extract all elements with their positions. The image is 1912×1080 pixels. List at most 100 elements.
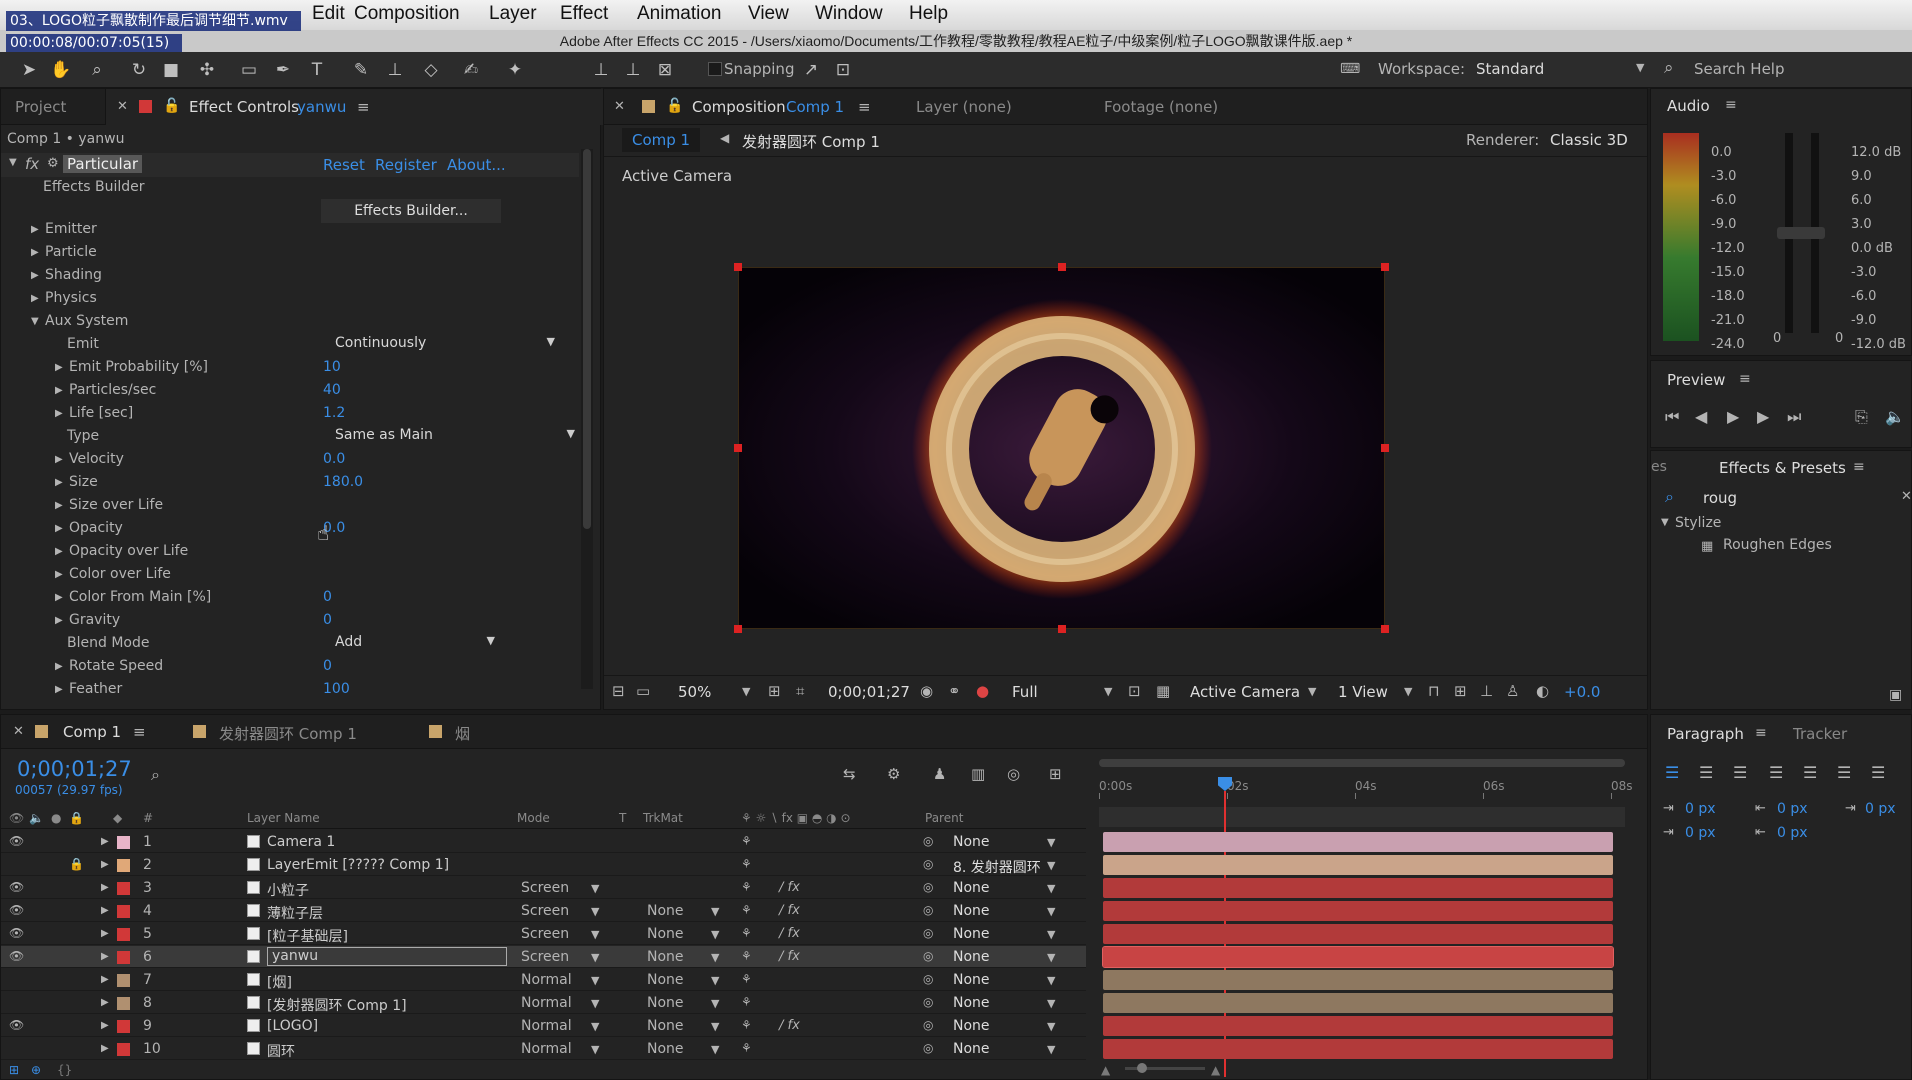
- zoom-in-icon[interactable]: ▲: [1211, 1063, 1220, 1077]
- shy-switch-icon[interactable]: ⚘: [741, 972, 752, 986]
- layer-trkmat[interactable]: None: [647, 926, 684, 942]
- property-group[interactable]: ▶ Shading: [1, 265, 600, 287]
- table-row[interactable]: 👁 ▶ 4 薄粒子层 Screen ▼ None ▼ ⚘ ∕ fx ◎ None ▼: [1, 900, 1086, 922]
- chevron-down-icon[interactable]: ▼: [1047, 1043, 1055, 1056]
- menu-window[interactable]: Window: [815, 3, 883, 25]
- parent-select[interactable]: None: [953, 949, 990, 965]
- triangle-down-icon[interactable]: ▼: [31, 316, 39, 327]
- category-stylize[interactable]: Stylize: [1675, 515, 1721, 531]
- pan-behind-tool-icon[interactable]: ✣: [196, 59, 218, 81]
- resolution-icon[interactable]: ⊞: [768, 682, 781, 700]
- last-frame-icon[interactable]: ⏭: [1787, 407, 1801, 427]
- layer-trkmat[interactable]: None: [647, 949, 684, 965]
- search-icon[interactable]: ⌕: [151, 765, 160, 785]
- world-axis-icon[interactable]: ⊥: [622, 59, 644, 81]
- effects-search-input[interactable]: roug: [1703, 489, 1737, 507]
- work-area-bar[interactable]: [1099, 759, 1625, 767]
- label-color-swatch[interactable]: [117, 905, 130, 918]
- justify-right-icon[interactable]: ☰: [1837, 763, 1851, 782]
- view-axis-icon[interactable]: ⊠: [654, 59, 676, 81]
- chevron-down-icon[interactable]: ▼: [711, 951, 719, 964]
- triangle-right-icon[interactable]: ▶: [55, 385, 63, 396]
- rectangle-tool-icon[interactable]: ▭: [238, 59, 260, 81]
- first-line-indent-value[interactable]: 0 px: [1685, 825, 1716, 841]
- expand-switches-icon[interactable]: ⊞: [9, 1063, 19, 1077]
- menu-animation[interactable]: Animation: [637, 3, 722, 25]
- layer-duration-bar[interactable]: [1103, 924, 1613, 944]
- triangle-right-icon[interactable]: ▶: [101, 974, 109, 985]
- previous-frame-icon[interactable]: ◀: [1695, 407, 1707, 426]
- label-color-swatch[interactable]: [117, 951, 130, 964]
- justify-all-icon[interactable]: ☰: [1871, 763, 1885, 782]
- layer-duration-bar[interactable]: [1103, 993, 1613, 1013]
- speaker-icon[interactable]: 🔈: [1885, 407, 1905, 426]
- layer-name[interactable]: 小粒子: [267, 880, 309, 900]
- table-row[interactable]: 🔒 ▶ 2 LayerEmit [????? Comp 1] ⚘ ◎ 8. 发射器圆环 ▼: [1, 854, 1086, 876]
- shy-switch-icon[interactable]: ⚘: [741, 1018, 752, 1032]
- table-row[interactable]: ▶ 10 圆环 Normal ▼ None ▼ ⚘ ◎ None ▼: [1, 1038, 1086, 1060]
- triangle-right-icon[interactable]: ▶: [55, 546, 63, 557]
- visibility-eye-icon[interactable]: 👁: [9, 949, 24, 963]
- chevron-down-icon[interactable]: ▼: [1047, 974, 1055, 987]
- property-dropdown[interactable]: Continuously ▼: [335, 335, 555, 351]
- property-group[interactable]: ▼ Aux System: [1, 311, 600, 333]
- align-center-icon[interactable]: ☰: [1699, 763, 1713, 782]
- tab-paragraph[interactable]: Paragraph: [1667, 725, 1744, 743]
- hand-tool-icon[interactable]: ✋: [50, 59, 72, 81]
- lock-icon[interactable]: 🔓: [163, 98, 180, 114]
- timeline-timecode[interactable]: 0;00;01;27: [17, 757, 132, 781]
- panel-menu-icon[interactable]: ≡: [858, 98, 871, 116]
- channel-icon[interactable]: ●: [976, 682, 989, 700]
- visibility-eye-icon[interactable]: 👁: [9, 880, 24, 894]
- property-value[interactable]: 0.0: [323, 451, 345, 467]
- layer-trkmat[interactable]: None: [647, 1041, 684, 1057]
- pick-whip-icon[interactable]: ◎: [923, 834, 933, 848]
- roto-brush-tool-icon[interactable]: ✍: [460, 59, 482, 81]
- transform-handle[interactable]: [734, 263, 742, 271]
- fx-switch-icon[interactable]: ∕ fx: [779, 880, 800, 895]
- first-frame-icon[interactable]: ⏮: [1665, 407, 1679, 427]
- chevron-down-icon[interactable]: ▼: [711, 905, 719, 918]
- chevron-down-icon[interactable]: ▼: [1308, 685, 1316, 698]
- triangle-right-icon[interactable]: ▶: [55, 523, 63, 534]
- snapping-checkbox[interactable]: [708, 62, 722, 76]
- chevron-down-icon[interactable]: ▼: [1047, 882, 1055, 895]
- snap-icon[interactable]: ↗: [800, 59, 822, 81]
- layer-duration-bar[interactable]: [1103, 855, 1613, 875]
- property-value[interactable]: 180.0: [323, 474, 363, 490]
- roi-icon[interactable]: ⌗: [796, 682, 804, 700]
- transform-handle[interactable]: [734, 625, 742, 633]
- chevron-down-icon[interactable]: ▼: [591, 974, 599, 987]
- layer-duration-bar[interactable]: [1103, 901, 1613, 921]
- triangle-right-icon[interactable]: ▶: [101, 951, 109, 962]
- triangle-right-icon[interactable]: ▶: [55, 615, 63, 626]
- snap-feature-icon[interactable]: ⊡: [832, 59, 854, 81]
- audio-slider-thumb[interactable]: [1777, 227, 1825, 239]
- fast-preview-icon[interactable]: ⊡: [1128, 682, 1141, 700]
- property-value[interactable]: 40: [323, 382, 341, 398]
- monitor-icon[interactable]: ▭: [636, 682, 650, 700]
- justify-center-icon[interactable]: ☰: [1803, 763, 1817, 782]
- parent-select[interactable]: None: [953, 995, 990, 1011]
- workspace-icon[interactable]: ⌨: [1340, 61, 1360, 77]
- timeline-icon[interactable]: ⊥: [1480, 682, 1493, 700]
- scrollbar[interactable]: [581, 149, 593, 689]
- menu-effect[interactable]: Effect: [560, 3, 608, 25]
- pick-whip-icon[interactable]: ◎: [923, 995, 933, 1009]
- chevron-down-icon[interactable]: ▼: [591, 882, 599, 895]
- label-color-swatch[interactable]: [117, 928, 130, 941]
- chevron-down-icon[interactable]: ▼: [711, 997, 719, 1010]
- workspace-select[interactable]: Standard: [1476, 60, 1544, 78]
- puppet-tool-icon[interactable]: ✦: [504, 59, 526, 81]
- pick-whip-icon[interactable]: ◎: [923, 1018, 933, 1032]
- timeline-zoom-slider[interactable]: [1125, 1063, 1205, 1073]
- triangle-right-icon[interactable]: ▶: [55, 362, 63, 373]
- table-row[interactable]: 👁 ▶ 5 [粒子基础层] Screen ▼ None ▼ ⚘ ∕ fx ◎ None ▼: [1, 923, 1086, 945]
- clear-search-icon[interactable]: ✕: [1901, 489, 1912, 504]
- tab-layer[interactable]: Layer (none): [916, 98, 1012, 116]
- label-color-swatch[interactable]: [117, 1020, 130, 1033]
- triangle-right-icon[interactable]: ▶: [101, 905, 109, 916]
- triangle-down-icon[interactable]: ▼: [1661, 517, 1669, 528]
- menu-view[interactable]: View: [748, 3, 789, 25]
- label-color-swatch[interactable]: [117, 997, 130, 1010]
